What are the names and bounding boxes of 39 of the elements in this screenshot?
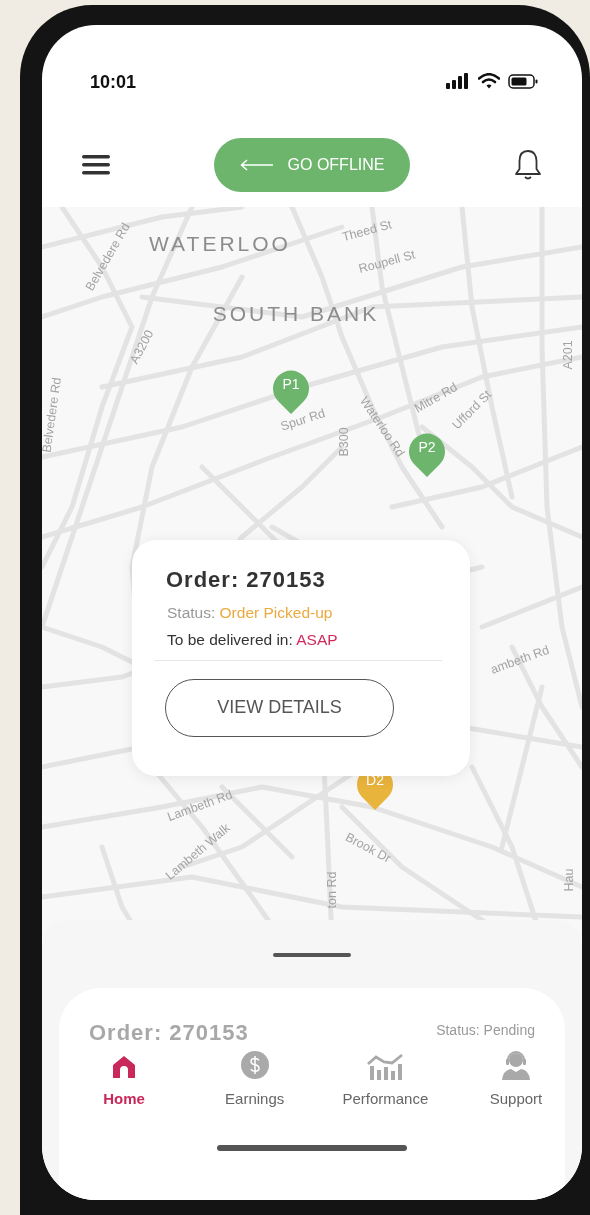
nav-tab[interactable]: Performance [340, 1050, 431, 1111]
map-pin[interactable] [272, 368, 310, 415]
street-label: Mitre Rd [412, 380, 460, 416]
status-time: 10:01 [90, 73, 137, 91]
street-label: Belvedere Rd [42, 376, 64, 454]
battery-icon [508, 73, 538, 89]
nav-tab[interactable]: Home [79, 1050, 169, 1111]
street-label: ton Rd [325, 871, 339, 909]
wifi-icon [478, 73, 500, 89]
order-status-text: Status: Order Picked-up [167, 603, 334, 624]
nav-tab[interactable]: Earnings [209, 1050, 300, 1111]
home-icon [111, 1054, 137, 1080]
street-label: Roupell St [357, 248, 417, 276]
order-status-text: Status: Pending [436, 1021, 535, 1040]
street-label: Hau [562, 868, 576, 892]
pin-label: P2 [417, 440, 437, 454]
order-title: Order: 270153 [166, 567, 327, 594]
street-label: Spur Rd [279, 406, 327, 434]
headset-person-icon [500, 1050, 531, 1080]
area-label: SOUTH BANK [212, 302, 380, 324]
street-label: ambeth Rd [489, 643, 551, 677]
nav-tab[interactable]: Support [470, 1050, 561, 1111]
order-title: Order: 270153 [89, 1019, 249, 1047]
street-label: Theed St [340, 218, 394, 244]
signal-icon [446, 73, 470, 89]
dollar-coin-icon [239, 1050, 270, 1080]
view-details-button[interactable]: VIEW DETAILS [165, 678, 394, 737]
street-label: B300 [337, 427, 351, 457]
pin-label: P1 [281, 377, 301, 391]
left-arrow-icon [239, 159, 274, 171]
notification-button[interactable] [514, 149, 542, 181]
bar-chart-icon [367, 1052, 404, 1080]
street-label: A201 [561, 340, 575, 370]
drag-handle[interactable] [273, 953, 351, 957]
map-pin[interactable] [408, 431, 446, 478]
delivery-time-text: To be delivered in: ASAP [167, 629, 339, 650]
bell-icon [514, 149, 542, 181]
area-label: WATERLOO [149, 232, 291, 254]
menu-button[interactable] [82, 154, 110, 176]
